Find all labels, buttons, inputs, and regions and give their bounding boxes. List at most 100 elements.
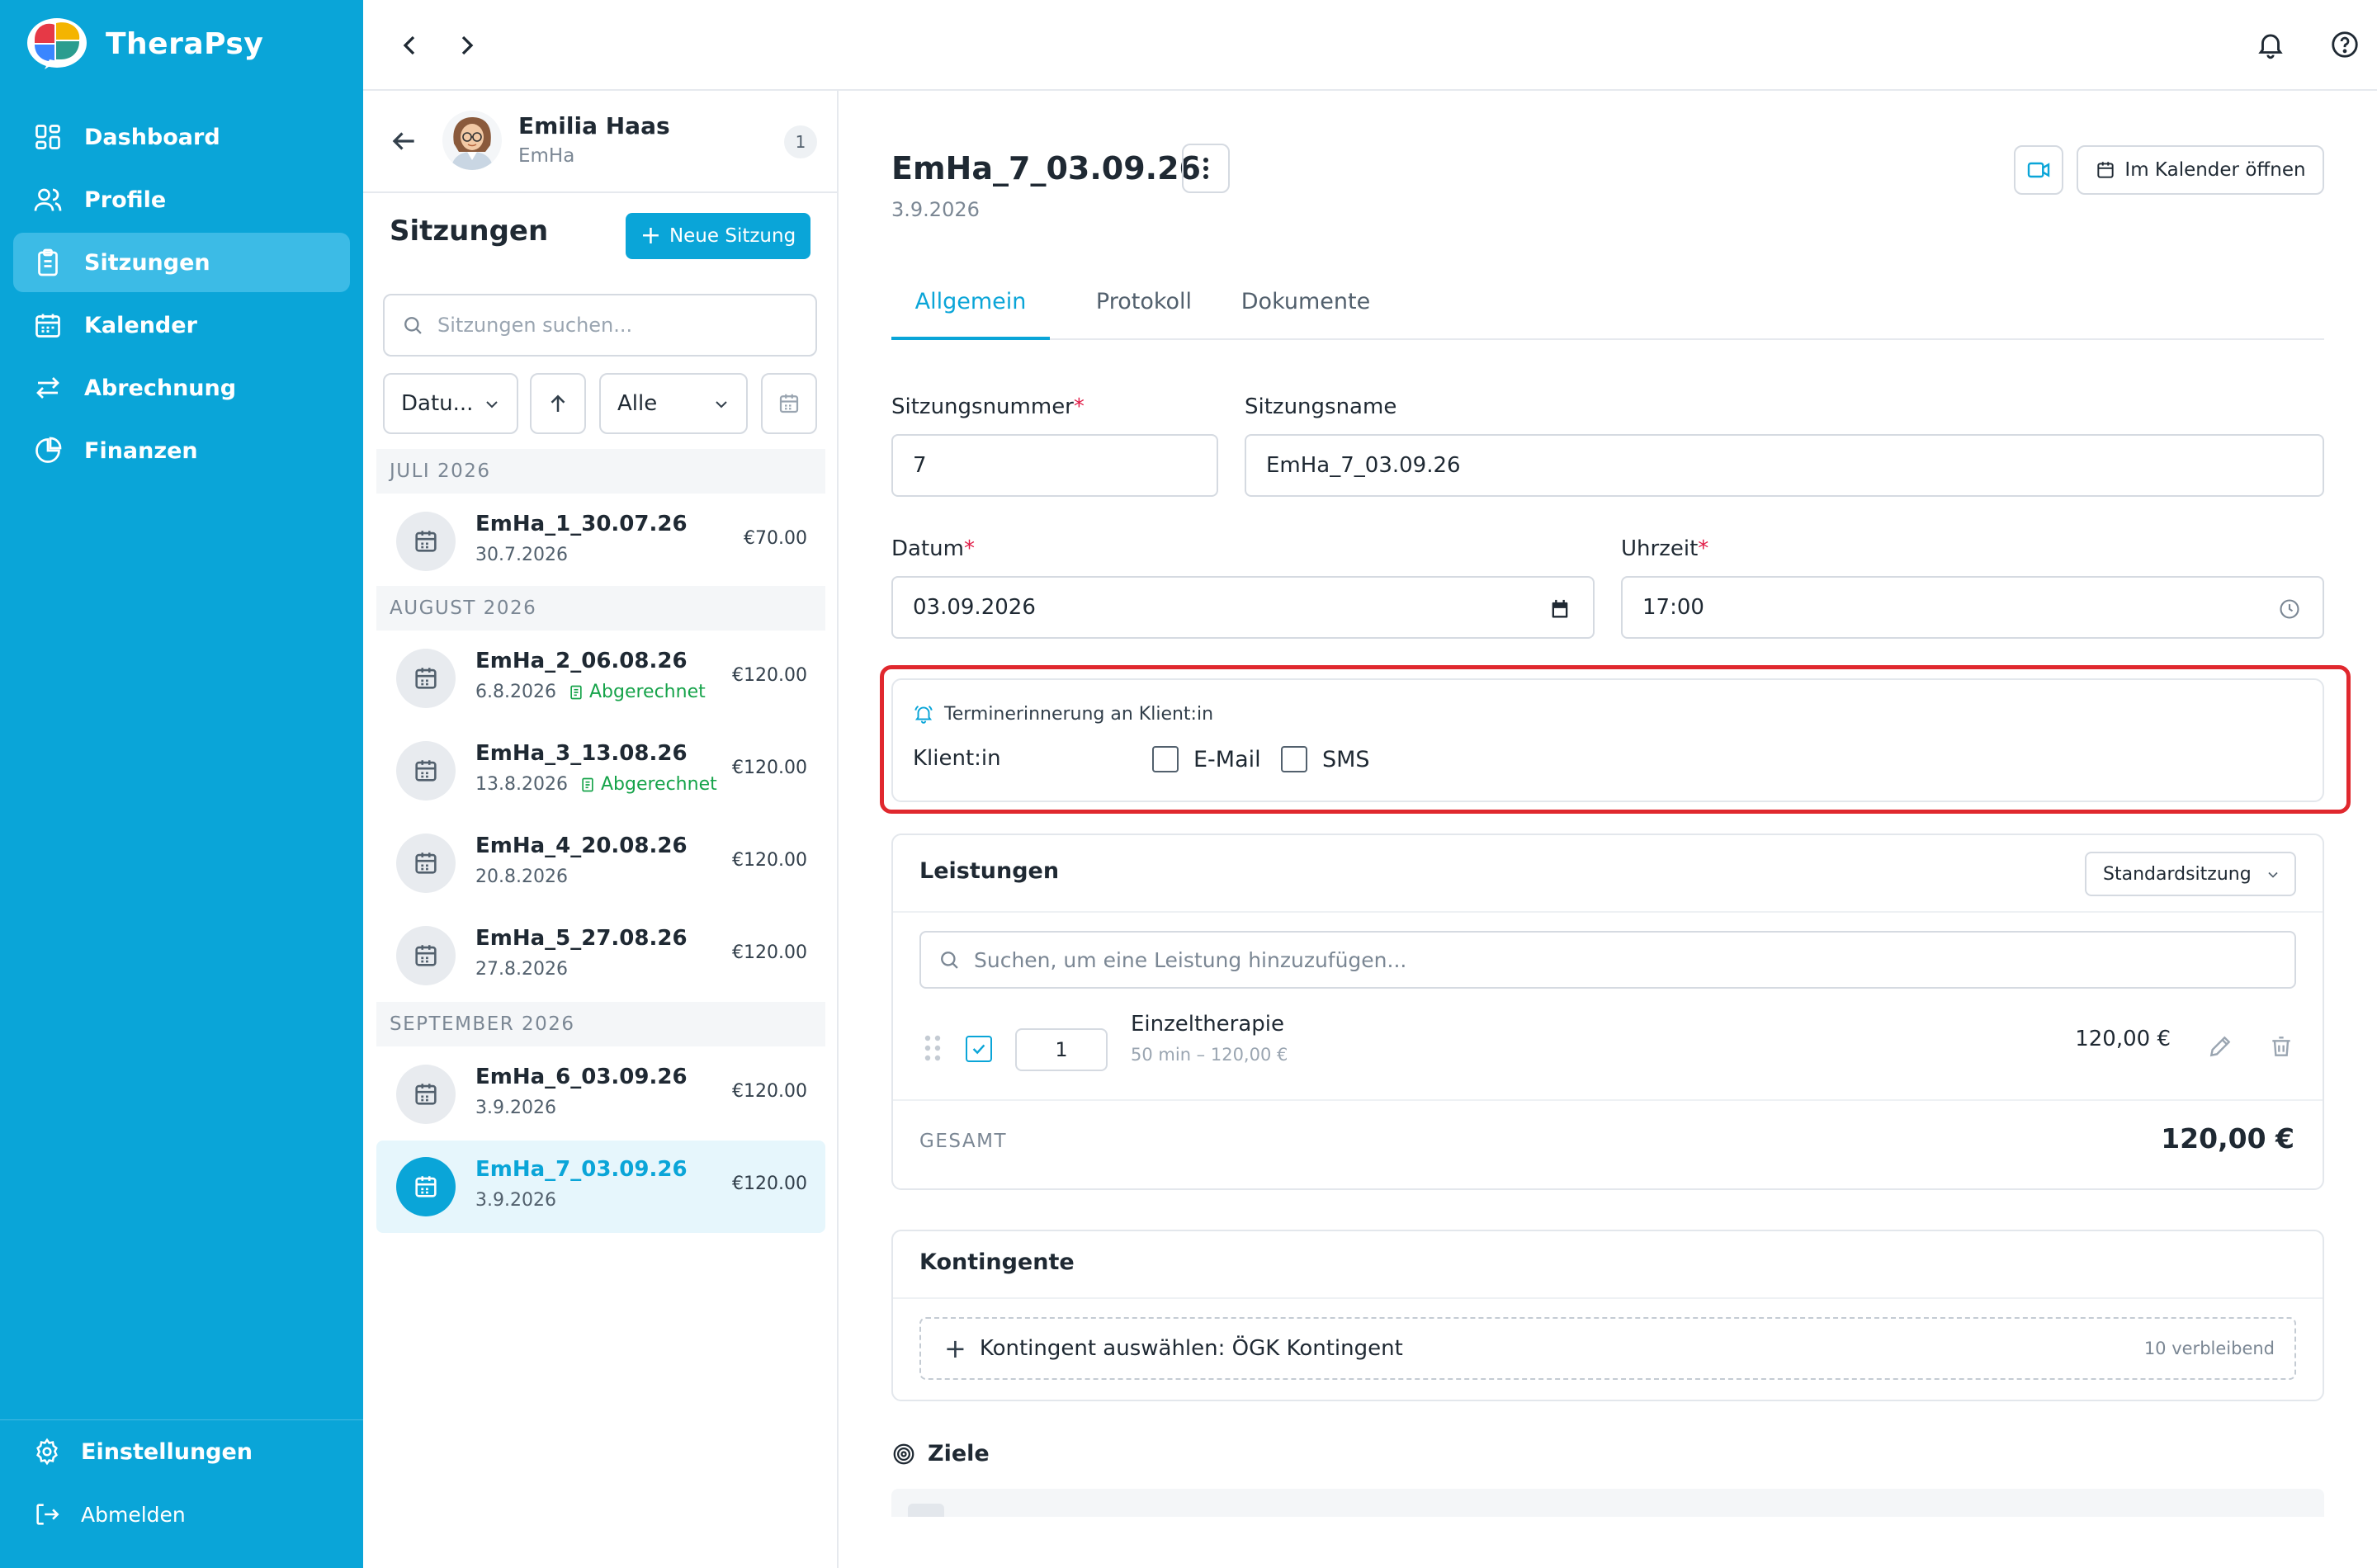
session-date-text: 13.8.2026 [475, 774, 568, 795]
session-name: EmHa_3_13.08.26 [475, 741, 688, 766]
pencil-icon[interactable] [2207, 1033, 2233, 1060]
sms-reminder-option[interactable]: SMS [1281, 746, 1370, 772]
sidebar: TheraPsy Dashboard Profile Sitzungen Kal… [0, 0, 363, 1568]
service-checkbox[interactable] [966, 1036, 992, 1062]
email-reminder-option[interactable]: E-Mail [1152, 746, 1261, 772]
session-name: EmHa_2_06.08.26 [475, 649, 688, 673]
kebab-menu-icon [1203, 158, 1208, 179]
services-title: Leistungen [919, 858, 1060, 884]
sidebar-item-abrechnung[interactable]: Abrechnung [13, 358, 350, 418]
date-label-text: Datum [891, 536, 964, 561]
session-name-field[interactable]: EmHa_7_03.09.26 [1245, 434, 2324, 497]
chevron-right-icon[interactable] [451, 29, 484, 62]
app-name: TheraPsy [106, 26, 264, 61]
tab-dokumente[interactable]: Dokumente [1230, 279, 1382, 340]
services-card: Leistungen Standardsitzung 1 Einzelthera… [891, 834, 2324, 1190]
session-name: EmHa_7_03.09.26 [475, 1157, 688, 1182]
sms-reminder-checkbox[interactable] [1281, 746, 1307, 772]
calendar-icon[interactable] [1548, 597, 1571, 621]
plus-icon: + [944, 1333, 966, 1364]
session-list-item[interactable]: EmHa_6_03.09.26 3.9.2026 €120.00 [376, 1048, 825, 1141]
open-in-calendar-button[interactable]: Im Kalender öffnen [2077, 145, 2324, 195]
sidebar-item-kalender[interactable]: Kalender [13, 295, 350, 355]
app-logo[interactable]: TheraPsy [25, 15, 263, 73]
clipboard-icon [38, 248, 58, 276]
bell-alert-icon [914, 705, 933, 724]
plus-icon: + [640, 221, 661, 250]
logout-link[interactable]: Abmelden [0, 1483, 363, 1546]
sort-field-select[interactable]: Datu... [383, 373, 518, 434]
arrow-left-icon[interactable] [388, 125, 419, 157]
session-list-item[interactable]: EmHa_3_13.08.26 13.8.2026 Abgerechnet €1… [376, 725, 825, 817]
new-session-label: Neue Sitzung [669, 225, 796, 247]
session-price: €120.00 [732, 665, 807, 686]
new-session-button[interactable]: + Neue Sitzung [626, 213, 810, 259]
chevron-down-icon [2268, 871, 2278, 878]
sidebar-item-sitzungen[interactable]: Sitzungen [13, 233, 350, 292]
service-template-select[interactable]: Standardsitzung [2085, 852, 2296, 896]
session-search-input[interactable] [437, 314, 801, 337]
status-filter-select[interactable]: Alle [599, 373, 748, 434]
sidebar-item-finanzen[interactable]: Finanzen [13, 421, 350, 480]
session-list-item[interactable]: EmHa_2_06.08.26 6.8.2026 Abgerechnet €12… [376, 632, 825, 725]
session-name: EmHa_1_30.07.26 [475, 512, 688, 536]
sidebar-item-dashboard[interactable]: Dashboard [13, 107, 350, 167]
video-call-button[interactable] [2014, 145, 2063, 195]
session-price: €120.00 [732, 1174, 807, 1194]
session-name: EmHa_6_03.09.26 [475, 1065, 688, 1089]
settings-link[interactable]: Einstellungen [0, 1420, 363, 1483]
sidebar-item-profile[interactable]: Profile [13, 170, 350, 229]
search-icon [941, 952, 958, 969]
bell-icon[interactable] [2255, 29, 2286, 60]
goal-checkbox[interactable] [908, 1504, 944, 1517]
time-field[interactable]: 17:00 [1621, 576, 2324, 639]
help-icon[interactable] [2329, 29, 2360, 60]
date-filter-button[interactable] [761, 373, 817, 434]
session-date: 6.8.2026 Abgerechnet [475, 682, 706, 702]
video-camera-icon [2027, 162, 2050, 178]
month-group-header: SEPTEMBER 2026 [376, 1002, 825, 1046]
session-list-item-active[interactable]: EmHa_7_03.09.26 3.9.2026 €120.00 [376, 1141, 825, 1233]
reminder-recipient-label: Klient:in [913, 746, 1001, 771]
goal-list-item[interactable] [891, 1489, 2324, 1517]
logout-label: Abmelden [81, 1502, 186, 1527]
calendar-icon [415, 668, 437, 689]
tab-allgemein[interactable]: Allgemein [891, 279, 1050, 340]
client-name: Emilia Haas [518, 112, 670, 139]
session-number-field[interactable]: 7 [891, 434, 1218, 497]
calendar-icon [415, 1084, 437, 1105]
session-list-item[interactable]: EmHa_4_20.08.26 20.8.2026 €120.00 [376, 817, 825, 909]
date-field[interactable]: 03.09.2026 [891, 576, 1595, 639]
sort-direction-button[interactable] [530, 373, 586, 434]
session-number-label: Sitzungsnummer* [891, 394, 1085, 419]
session-list-item[interactable]: EmHa_5_27.08.26 27.8.2026 €120.00 [376, 909, 825, 1002]
session-name: EmHa_4_20.08.26 [475, 834, 688, 858]
session-list-item[interactable]: EmHa_1_30.07.26 30.7.2026 €70.00 [376, 495, 825, 588]
session-date: 13.8.2026 Abgerechnet [475, 774, 717, 795]
session-calendar-badge [396, 834, 456, 893]
email-reminder-checkbox[interactable] [1152, 746, 1179, 772]
open-in-calendar-label: Im Kalender öffnen [2124, 159, 2306, 181]
required-asterisk: * [1073, 394, 1085, 419]
chevron-left-icon[interactable] [393, 29, 426, 62]
date-value: 03.09.2026 [913, 595, 1036, 620]
service-search-input[interactable] [974, 947, 2278, 972]
total-label: GESAMT [919, 1131, 1008, 1152]
more-actions-button[interactable] [1182, 144, 1230, 193]
session-price: €120.00 [732, 758, 807, 778]
contingent-select-button[interactable]: + Kontingent auswählen: ÖGK Kontingent 1… [919, 1317, 2296, 1380]
tab-protokoll[interactable]: Protokoll [1078, 279, 1210, 340]
billed-label: Abgerechnet [588, 682, 706, 702]
session-date: 3.9.2026 [475, 1098, 556, 1118]
session-date-text: 6.8.2026 [475, 682, 556, 702]
billed-label: Abgerechnet [600, 774, 717, 795]
session-date-text: 3.9.2026 [475, 1190, 556, 1211]
brain-logo-icon [27, 18, 87, 69]
calendar-icon [415, 531, 437, 552]
session-calendar-badge [396, 512, 456, 571]
service-quantity-input[interactable]: 1 [1015, 1028, 1108, 1071]
billed-badge: Abgerechnet [579, 774, 717, 795]
trash-icon[interactable] [2268, 1033, 2294, 1060]
drag-handle-icon[interactable] [923, 1033, 943, 1063]
clock-icon[interactable] [2278, 597, 2301, 621]
